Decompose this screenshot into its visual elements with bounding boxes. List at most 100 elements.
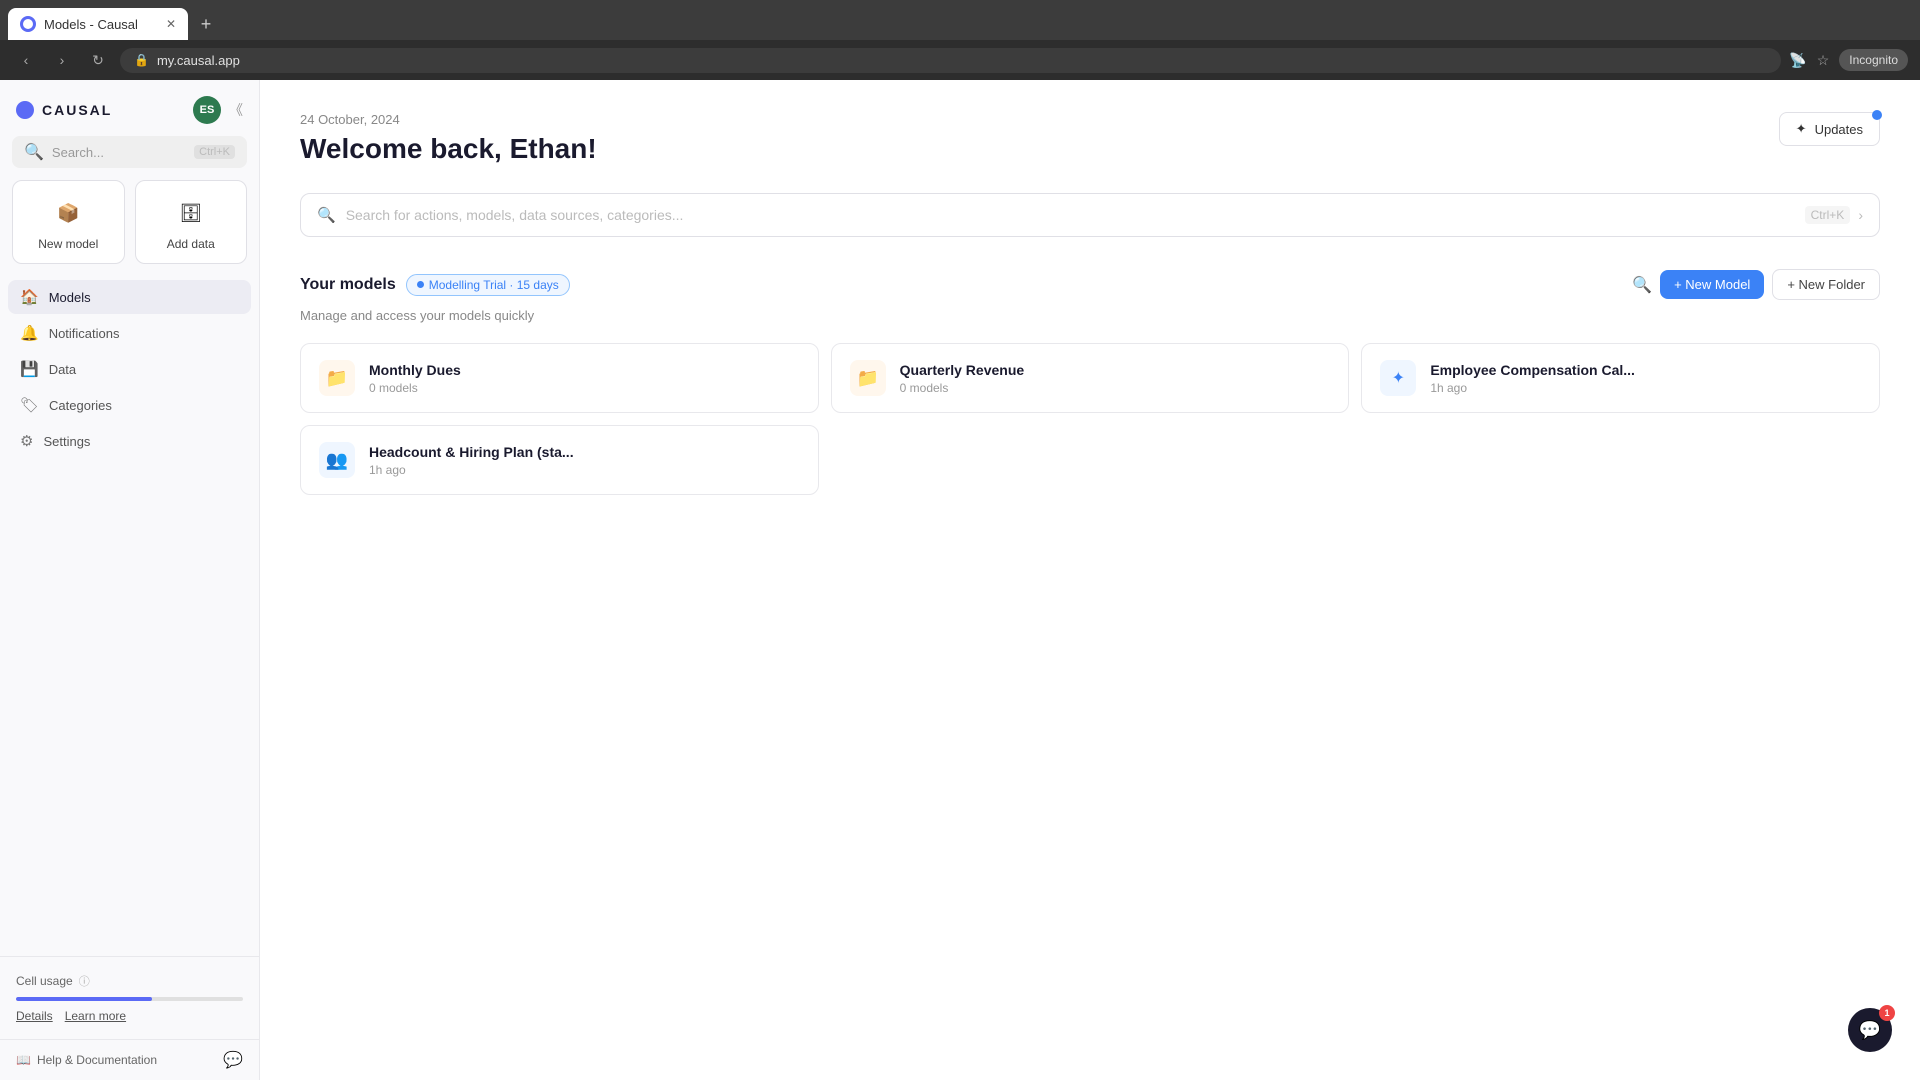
search-shortcut: Ctrl+K xyxy=(194,145,235,159)
main-search-icon: 🔍 xyxy=(317,206,336,224)
browser-chrome: Models - Causal ✕ + ‹ › ↻ 🔒 my.causal.ap… xyxy=(0,0,1920,80)
main-title: Welcome back, Ethan! xyxy=(300,133,597,165)
sidebar-item-data[interactable]: 💾 Data xyxy=(8,352,251,386)
models-section: Your models Modelling Trial · 15 days 🔍 … xyxy=(300,269,1880,495)
main-search-box[interactable]: 🔍 Search for actions, models, data sourc… xyxy=(300,193,1880,237)
sidebar-item-notifications[interactable]: 🔔 Notifications xyxy=(8,316,251,350)
new-model-quick-action[interactable]: 📦 New model xyxy=(12,180,125,264)
logo: CAUSAL xyxy=(16,101,112,119)
quarterly-revenue-folder-icon: 📁 xyxy=(850,360,886,396)
header-text: 24 October, 2024 Welcome back, Ethan! xyxy=(300,112,597,165)
app: CAUSAL ES 《 🔍 Search... Ctrl+K 📦 New mod… xyxy=(0,80,1920,1080)
back-button[interactable]: ‹ xyxy=(12,46,40,74)
trial-badge-text: Modelling Trial · 15 days xyxy=(429,278,559,292)
collapse-sidebar-button[interactable]: 《 xyxy=(229,100,243,120)
new-model-icon: 📦 xyxy=(52,197,84,229)
sidebar-bottom: 📖 Help & Documentation 💬 xyxy=(0,1039,259,1080)
monthly-dues-meta: 0 models xyxy=(369,381,461,395)
add-data-label: Add data xyxy=(167,237,215,251)
monthly-dues-folder-icon: 📁 xyxy=(319,360,355,396)
search-icon: 🔍 xyxy=(24,142,44,162)
model-card-headcount[interactable]: 👥 Headcount & Hiring Plan (sta... 1h ago xyxy=(300,425,819,495)
monthly-dues-name: Monthly Dues xyxy=(369,362,461,378)
chat-icon[interactable]: 💬 xyxy=(223,1050,243,1070)
active-tab[interactable]: Models - Causal ✕ xyxy=(8,8,188,40)
updates-button[interactable]: ✦ Updates xyxy=(1779,112,1880,146)
employee-compensation-name: Employee Compensation Cal... xyxy=(1430,362,1635,378)
headcount-icon: 👥 xyxy=(319,442,355,478)
sidebar-item-categories-label: Categories xyxy=(49,398,112,413)
cell-usage-progress-bar xyxy=(16,997,243,1001)
notifications-icon: 🔔 xyxy=(20,324,39,342)
updates-notification-dot xyxy=(1872,110,1882,120)
tab-bar: Models - Causal ✕ + xyxy=(0,0,1920,40)
model-card-monthly-dues[interactable]: 📁 Monthly Dues 0 models xyxy=(300,343,819,413)
trial-badge: Modelling Trial · 15 days xyxy=(406,274,570,296)
models-header: Your models Modelling Trial · 15 days 🔍 … xyxy=(300,269,1880,300)
models-title-group: Your models Modelling Trial · 15 days xyxy=(300,274,570,296)
updates-label: Updates xyxy=(1815,122,1863,137)
search-box-right: Ctrl+K › xyxy=(1805,206,1863,224)
models-actions: 🔍 + New Model + New Folder xyxy=(1632,269,1880,300)
lock-icon: 🔒 xyxy=(134,53,149,67)
model-card-employee-compensation[interactable]: ✦ Employee Compensation Cal... 1h ago xyxy=(1361,343,1880,413)
model-card-quarterly-revenue[interactable]: 📁 Quarterly Revenue 0 models xyxy=(831,343,1350,413)
logo-text: CAUSAL xyxy=(42,102,112,118)
sidebar-item-models[interactable]: 🏠 Models xyxy=(8,280,251,314)
monthly-dues-info: Monthly Dues 0 models xyxy=(369,362,461,395)
logo-icon xyxy=(16,101,34,119)
details-link[interactable]: Details xyxy=(16,1009,53,1023)
reload-button[interactable]: ↻ xyxy=(84,46,112,74)
tab-title: Models - Causal xyxy=(44,17,138,32)
search-arrow-icon: › xyxy=(1858,207,1863,223)
help-icon: 📖 xyxy=(16,1053,31,1067)
learn-more-link[interactable]: Learn more xyxy=(65,1009,126,1023)
avatar[interactable]: ES xyxy=(193,96,221,124)
new-model-button[interactable]: + New Model xyxy=(1660,270,1764,299)
headcount-info: Headcount & Hiring Plan (sta... 1h ago xyxy=(369,444,574,477)
bookmark-icon[interactable]: ☆ xyxy=(1817,52,1830,69)
sidebar-item-models-label: Models xyxy=(49,290,91,305)
tab-favicon xyxy=(20,16,36,32)
add-data-quick-action[interactable]: 🗄 Add data xyxy=(135,180,248,264)
add-data-icon: 🗄 xyxy=(175,197,207,229)
incognito-button[interactable]: Incognito xyxy=(1839,49,1908,71)
cell-usage-links: Details Learn more xyxy=(16,1009,243,1023)
chat-bubble-icon: 💬 xyxy=(1859,1020,1881,1041)
employee-compensation-info: Employee Compensation Cal... 1h ago xyxy=(1430,362,1635,395)
employee-compensation-icon: ✦ xyxy=(1380,360,1416,396)
sidebar-item-settings[interactable]: ⚙ Settings xyxy=(8,424,251,458)
tab-close-button[interactable]: ✕ xyxy=(166,17,176,31)
trial-dot xyxy=(417,281,424,288)
help-label: Help & Documentation xyxy=(37,1053,157,1067)
data-icon: 💾 xyxy=(20,360,39,378)
models-grid: 📁 Monthly Dues 0 models 📁 Quarterly Reve… xyxy=(300,343,1880,495)
forward-button[interactable]: › xyxy=(48,46,76,74)
search-placeholder: Search... xyxy=(52,145,186,160)
cell-usage-info-icon: ⓘ xyxy=(79,973,90,989)
search-shortcut: Ctrl+K xyxy=(1805,206,1851,224)
main-date: 24 October, 2024 xyxy=(300,112,597,127)
headcount-name: Headcount & Hiring Plan (sta... xyxy=(369,444,574,460)
sidebar-search-bar[interactable]: 🔍 Search... Ctrl+K xyxy=(12,136,247,168)
cell-usage-section: Cell usage ⓘ xyxy=(16,973,243,989)
sidebar-footer: Cell usage ⓘ Details Learn more xyxy=(0,956,259,1039)
help-documentation-link[interactable]: 📖 Help & Documentation xyxy=(16,1053,157,1067)
employee-compensation-meta: 1h ago xyxy=(1430,381,1635,395)
main-search-placeholder: Search for actions, models, data sources… xyxy=(346,207,1795,223)
new-folder-button[interactable]: + New Folder xyxy=(1772,269,1880,300)
chat-bubble[interactable]: 💬 1 xyxy=(1848,1008,1892,1052)
address-text: my.causal.app xyxy=(157,53,240,68)
quick-actions: 📦 New model 🗄 Add data xyxy=(0,180,259,280)
models-subtitle: Manage and access your models quickly xyxy=(300,308,1880,323)
models-search-icon[interactable]: 🔍 xyxy=(1632,275,1652,295)
sidebar-header: CAUSAL ES 《 xyxy=(0,80,259,136)
cast-icon[interactable]: 📡 xyxy=(1789,52,1806,69)
new-tab-button[interactable]: + xyxy=(192,10,220,38)
address-bar[interactable]: 🔒 my.causal.app xyxy=(120,48,1781,73)
cell-usage-progress-fill xyxy=(16,997,152,1001)
sidebar-item-notifications-label: Notifications xyxy=(49,326,120,341)
sidebar: CAUSAL ES 《 🔍 Search... Ctrl+K 📦 New mod… xyxy=(0,80,260,1080)
sidebar-item-categories[interactable]: 🏷 Categories xyxy=(8,388,251,422)
categories-icon: 🏷 xyxy=(20,396,39,414)
